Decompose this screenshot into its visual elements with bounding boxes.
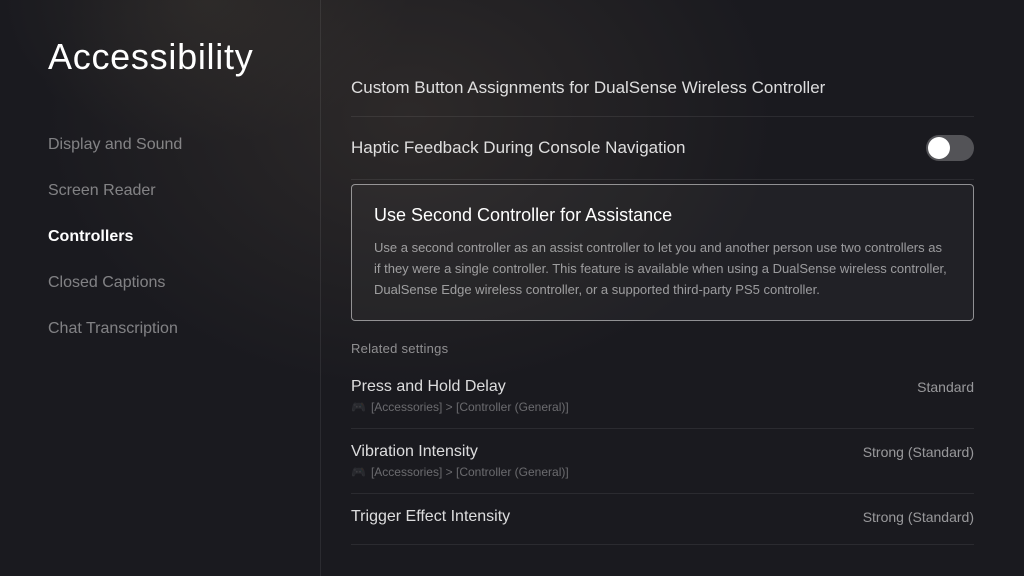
related-setting-trigger-effect[interactable]: Trigger Effect Intensity Strong (Standar… — [351, 494, 974, 545]
related-setting-value-trigger: Strong (Standard) — [863, 509, 974, 525]
main-content: Custom Button Assignments for DualSense … — [320, 0, 1024, 576]
related-setting-name-press-hold: Press and Hold Delay — [351, 378, 506, 396]
highlight-box-desc: Use a second controller as an assist con… — [374, 238, 951, 300]
sidebar-item-chat-transcription[interactable]: Chat Transcription — [48, 310, 310, 348]
sidebar-item-closed-captions[interactable]: Closed Captions — [48, 264, 310, 302]
controller-icon-0: 🎮 — [351, 400, 366, 414]
related-setting-path-press-hold: [Accessories] > [Controller (General)] — [371, 400, 569, 414]
toggle-knob — [928, 137, 950, 159]
related-setting-value-press-hold: Standard — [917, 379, 974, 395]
related-setting-vibration-intensity[interactable]: Vibration Intensity Strong (Standard) 🎮 … — [351, 429, 974, 494]
app-container: Accessibility Display and Sound Screen R… — [0, 0, 1024, 576]
setting-label-custom-button: Custom Button Assignments for DualSense … — [351, 78, 825, 98]
setting-row-custom-button[interactable]: Custom Button Assignments for DualSense … — [351, 60, 974, 117]
related-setting-value-vibration: Strong (Standard) — [863, 444, 974, 460]
setting-label-haptic-feedback: Haptic Feedback During Console Navigatio… — [351, 138, 686, 158]
related-setting-name-trigger: Trigger Effect Intensity — [351, 508, 510, 526]
sidebar-item-display-and-sound[interactable]: Display and Sound — [48, 126, 310, 164]
sidebar-item-screen-reader[interactable]: Screen Reader — [48, 172, 310, 210]
related-setting-name-vibration: Vibration Intensity — [351, 443, 478, 461]
sidebar: Accessibility Display and Sound Screen R… — [0, 0, 310, 576]
setting-row-haptic-feedback[interactable]: Haptic Feedback During Console Navigatio… — [351, 117, 974, 180]
related-setting-press-hold-delay[interactable]: Press and Hold Delay Standard 🎮 [Accesso… — [351, 364, 974, 429]
sidebar-nav: Display and Sound Screen Reader Controll… — [48, 126, 310, 348]
controller-icon-1: 🎮 — [351, 465, 366, 479]
sidebar-item-controllers[interactable]: Controllers — [48, 218, 310, 256]
related-setting-path-vibration: [Accessories] > [Controller (General)] — [371, 465, 569, 479]
highlight-box-title: Use Second Controller for Assistance — [374, 205, 951, 226]
page-title: Accessibility — [48, 36, 310, 78]
highlight-box-second-controller[interactable]: Use Second Controller for Assistance Use… — [351, 184, 974, 321]
related-settings-label: Related settings — [351, 341, 974, 356]
haptic-feedback-toggle[interactable] — [926, 135, 974, 161]
